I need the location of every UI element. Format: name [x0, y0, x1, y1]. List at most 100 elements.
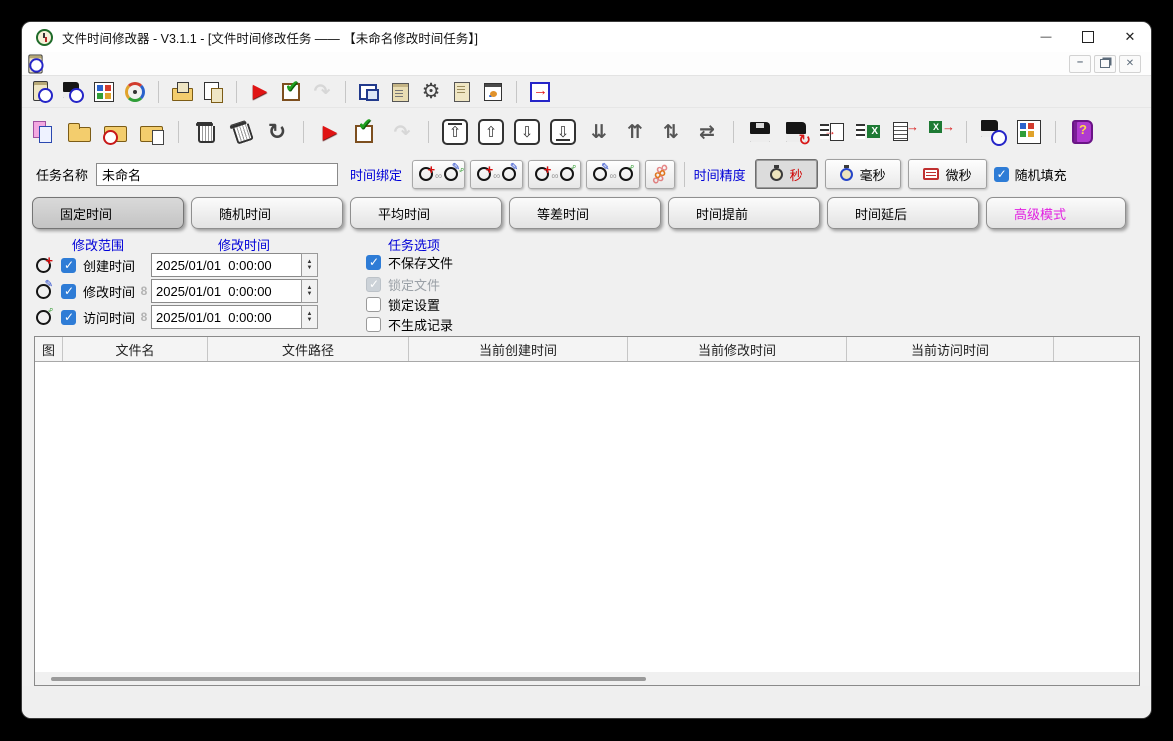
tab-average-time[interactable]: 平均时间 — [350, 197, 502, 229]
bind-create-access-button[interactable] — [528, 160, 581, 189]
mdi-close-button[interactable] — [1119, 55, 1141, 73]
precision-microseconds-button[interactable]: 微秒 — [908, 159, 987, 189]
precision-milliseconds-button[interactable]: 毫秒 — [825, 159, 901, 189]
precision-seconds-button[interactable]: 秒 — [755, 159, 818, 189]
create-time-checkbox[interactable] — [61, 258, 76, 273]
bind-create-modify-button[interactable] — [470, 160, 523, 189]
settings-icon[interactable] — [420, 81, 442, 103]
access-time-checkbox[interactable] — [61, 310, 76, 325]
move-bottom-icon[interactable] — [550, 119, 576, 145]
access-clock-icon — [560, 167, 574, 181]
help-icon[interactable] — [1069, 119, 1095, 145]
no-save-checkbox[interactable] — [366, 255, 381, 270]
save-time-icon[interactable] — [980, 119, 1006, 145]
chain-link-icon[interactable]: 8 — [137, 284, 151, 298]
notes-icon[interactable] — [389, 81, 411, 103]
modify-time-checkbox[interactable] — [61, 284, 76, 299]
column-header-filepath[interactable]: 文件路径 — [208, 337, 409, 361]
tab-fixed-time[interactable]: 固定时间 — [32, 197, 184, 229]
file-toolbar — [22, 108, 1151, 156]
column-header-modify-time[interactable]: 当前修改时间 — [628, 337, 847, 361]
new-task-icon[interactable] — [31, 81, 53, 103]
tab-arithmetic-time[interactable]: 等差时间 — [509, 197, 661, 229]
lock-settings-checkbox[interactable] — [366, 297, 381, 312]
column-header-icon[interactable]: 图 — [35, 337, 63, 361]
task-name-input[interactable] — [96, 163, 338, 186]
column-header-access-time[interactable]: 当前访问时间 — [847, 337, 1054, 361]
export-table-excel-icon[interactable] — [855, 119, 881, 145]
tab-time-advance[interactable]: 时间提前 — [668, 197, 820, 229]
access-time-spinner[interactable] — [301, 305, 318, 329]
refresh-icon[interactable] — [264, 119, 290, 145]
modify-time-input[interactable] — [151, 279, 301, 303]
scrollbar-thumb[interactable] — [51, 677, 646, 681]
save-icon[interactable] — [747, 119, 773, 145]
unbind-button[interactable] — [645, 160, 675, 189]
export-excel-icon[interactable] — [927, 119, 953, 145]
save-task-icon[interactable] — [62, 81, 84, 103]
sort-descend-icon[interactable] — [586, 119, 612, 145]
tab-advanced-mode[interactable]: 高级模式 — [986, 197, 1126, 229]
add-folder-files-icon[interactable] — [139, 119, 165, 145]
add-folder-time-icon[interactable] — [103, 119, 129, 145]
log-icon[interactable] — [451, 81, 473, 103]
modify-time-row: 修改时间 8 — [36, 279, 318, 303]
access-time-input[interactable] — [151, 305, 301, 329]
create-time-spinner[interactable] — [301, 253, 318, 277]
maximize-button[interactable] — [1067, 22, 1109, 52]
chain-link-icon[interactable]: 8 — [137, 310, 151, 324]
column-header-filename[interactable]: 文件名 — [63, 337, 208, 361]
table-body[interactable] — [35, 362, 1139, 672]
toolbar-separator — [303, 121, 304, 143]
mdi-minimize-button[interactable] — [1069, 55, 1091, 73]
column-header-extra[interactable] — [1054, 337, 1139, 361]
open-task-icon[interactable] — [171, 81, 193, 103]
random-fill-checkbox[interactable] — [994, 167, 1009, 182]
undo-icon[interactable] — [311, 81, 333, 103]
move-down-icon[interactable] — [514, 119, 540, 145]
create-time-input[interactable] — [151, 253, 301, 277]
tab-label: 平均时间 — [378, 204, 430, 223]
undo-icon[interactable] — [389, 119, 415, 145]
export-table-doc-icon[interactable] — [819, 119, 845, 145]
apply-icon[interactable] — [280, 81, 302, 103]
lock-file-checkbox[interactable] — [366, 277, 381, 292]
mdi-child-icon[interactable] — [26, 54, 43, 72]
move-up-icon[interactable] — [478, 119, 504, 145]
apply-icon[interactable] — [353, 119, 379, 145]
bind-all-button[interactable] — [412, 160, 465, 189]
move-top-icon[interactable] — [442, 119, 468, 145]
access-time-label: 访问时间 — [83, 308, 137, 327]
window-image-icon[interactable] — [482, 81, 504, 103]
add-files-icon[interactable] — [31, 119, 57, 145]
mdi-restore-button[interactable] — [1094, 55, 1116, 73]
modify-clock-icon — [502, 167, 516, 181]
no-record-checkbox[interactable] — [366, 317, 381, 332]
window-copy-icon[interactable] — [358, 81, 380, 103]
export-doc-icon[interactable] — [891, 119, 917, 145]
paste-task-icon[interactable] — [202, 81, 224, 103]
bind-modify-access-button[interactable] — [586, 160, 639, 189]
color-grid-icon[interactable] — [93, 81, 115, 103]
exit-icon[interactable] — [529, 81, 551, 103]
tab-random-time[interactable]: 随机时间 — [191, 197, 343, 229]
shuffle-icon[interactable] — [694, 119, 720, 145]
close-button[interactable] — [1109, 22, 1151, 52]
sort-ascend-icon[interactable] — [622, 119, 648, 145]
sort-toggle-icon[interactable] — [658, 119, 684, 145]
minimize-button[interactable] — [1025, 22, 1067, 52]
run-icon[interactable] — [317, 119, 343, 145]
clear-all-icon[interactable] — [225, 116, 258, 149]
color-grid-icon[interactable] — [1016, 119, 1042, 145]
modify-time-spinner[interactable] — [301, 279, 318, 303]
color-clock-icon[interactable] — [124, 81, 146, 103]
save-as-icon[interactable] — [783, 119, 809, 145]
tab-time-delay[interactable]: 时间延后 — [827, 197, 979, 229]
create-time-label: 创建时间 — [83, 256, 137, 275]
link-icon — [609, 167, 616, 182]
delete-icon[interactable] — [192, 119, 218, 145]
run-icon[interactable] — [249, 81, 271, 103]
column-header-create-time[interactable]: 当前创建时间 — [409, 337, 628, 361]
add-folder-icon[interactable] — [67, 119, 93, 145]
horizontal-scrollbar[interactable] — [35, 672, 1139, 685]
